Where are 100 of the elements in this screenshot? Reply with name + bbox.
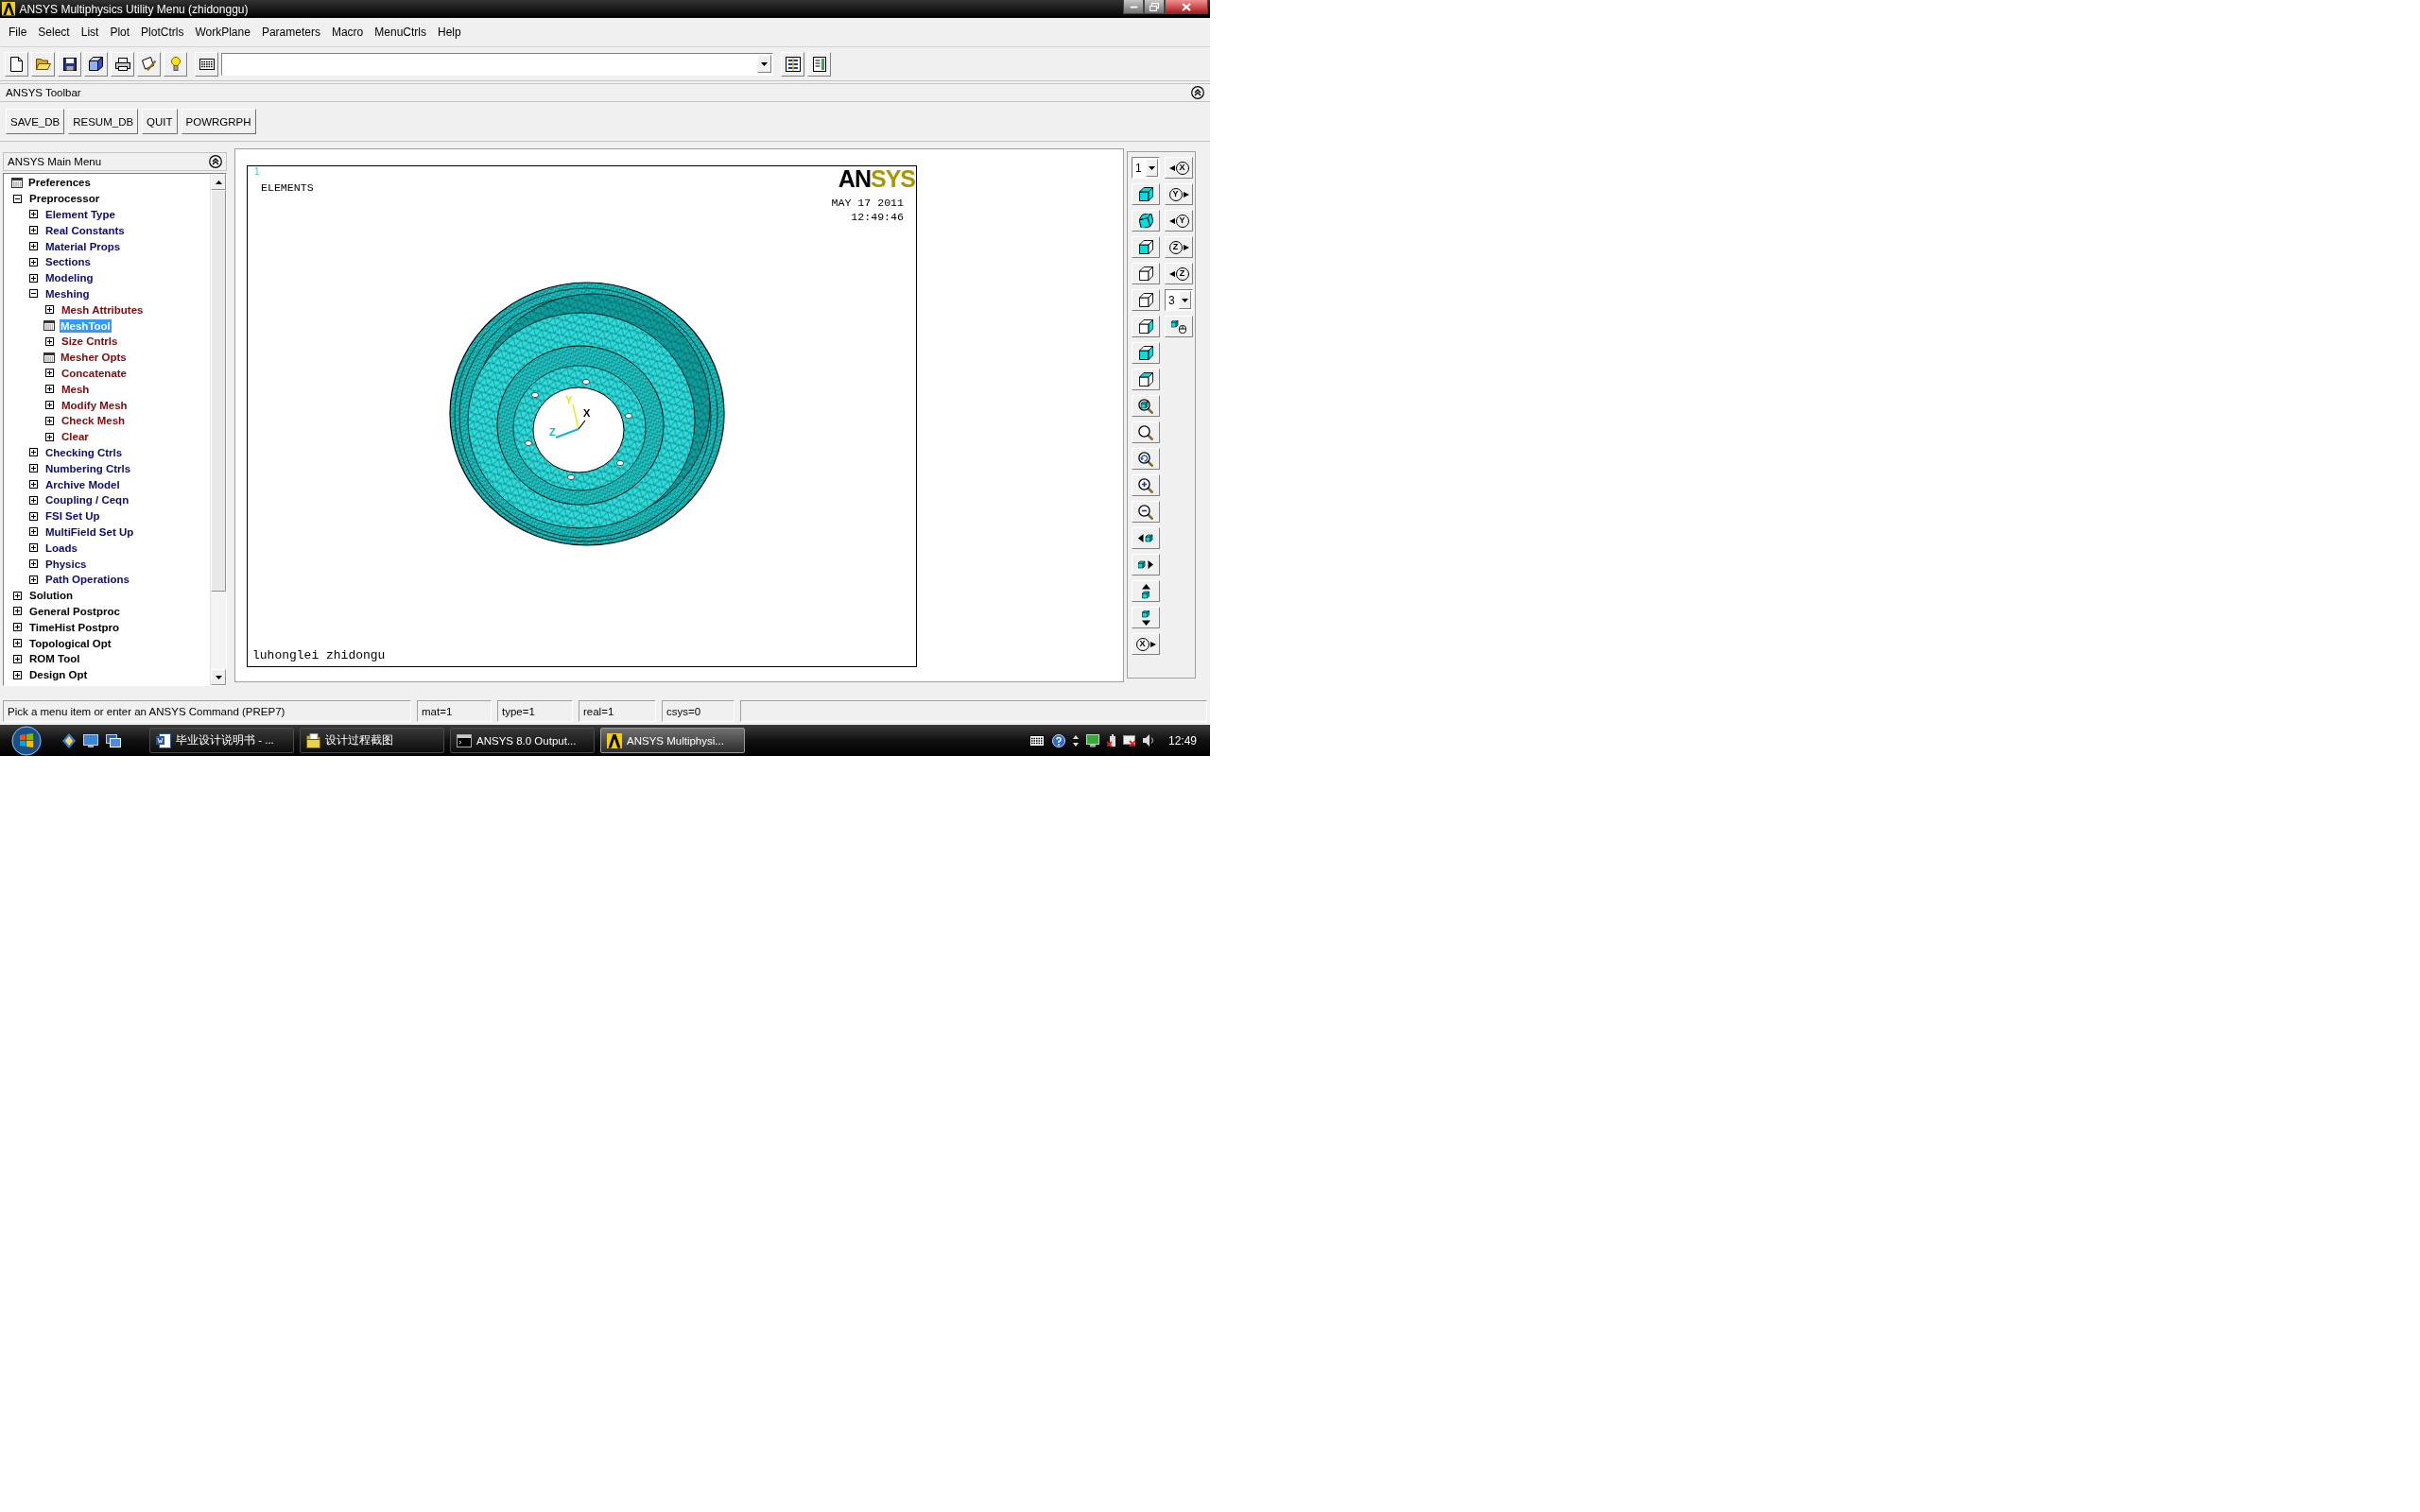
plus-box-icon[interactable] (29, 273, 38, 283)
view-button[interactable] (1132, 448, 1160, 470)
plus-box-icon[interactable] (29, 242, 38, 251)
view-button[interactable] (1132, 289, 1160, 311)
view-button[interactable] (1132, 527, 1160, 549)
toolbar-button[interactable] (5, 51, 28, 77)
plus-box-icon[interactable] (29, 226, 38, 235)
taskbar-button[interactable]: ANSYS 8.0 Output... (450, 728, 595, 753)
taskbar-button[interactable]: 设计过程截图 (300, 728, 444, 753)
view-button[interactable] (1132, 263, 1160, 284)
tree-item[interactable]: Concatenate (60, 366, 129, 380)
up-arrow-icon[interactable] (215, 180, 222, 184)
toolbar-button[interactable] (111, 51, 134, 77)
monitor-icon[interactable] (83, 733, 98, 747)
tree-item[interactable]: Physics (44, 557, 88, 571)
tree-item[interactable]: Size Cntrls (60, 335, 119, 349)
minus-box-icon[interactable] (29, 289, 38, 299)
tree-item[interactable]: Preprocessor (28, 192, 101, 206)
tree-item[interactable]: Real Constants (44, 223, 126, 237)
plus-box-icon[interactable] (13, 654, 22, 663)
speaker-icon[interactable] (1142, 734, 1155, 747)
tree-item[interactable]: Meshing (44, 286, 91, 301)
tree-item[interactable]: Mesh (60, 382, 91, 396)
toolbar-button[interactable] (137, 51, 161, 77)
down-arrow-icon[interactable] (215, 675, 222, 679)
help-icon[interactable] (1051, 733, 1065, 747)
plus-box-icon[interactable] (29, 543, 38, 553)
scrollbar-thumb[interactable] (211, 190, 226, 592)
menu-item[interactable]: MenuCtrls (370, 25, 431, 40)
diamond-icon[interactable] (62, 732, 76, 748)
tree-item[interactable]: Loads (44, 541, 78, 555)
menu-item[interactable]: Help (432, 25, 466, 40)
plus-box-icon[interactable] (45, 305, 54, 315)
view-button[interactable] (1132, 501, 1160, 523)
tree-item[interactable]: ROM Tool (28, 652, 81, 666)
tree-item[interactable]: FSI Set Up (44, 509, 101, 524)
rotate-button[interactable]: Z (1165, 236, 1193, 258)
toolbar-button[interactable]: QUIT (142, 109, 178, 134)
tree-item[interactable]: Clear (60, 430, 90, 444)
menu-item[interactable]: Plot (105, 25, 135, 40)
tree-item[interactable]: Element Type (44, 208, 116, 221)
tree-item[interactable]: Checking Ctrls (44, 445, 124, 459)
toolbar-button[interactable]: SAVE_DB (6, 109, 65, 134)
plus-box-icon[interactable] (29, 448, 38, 457)
tree-item[interactable]: Material Props (44, 239, 122, 253)
view-button[interactable] (1132, 580, 1160, 602)
view-button[interactable] (1132, 236, 1160, 258)
arrows-icon[interactable] (1072, 734, 1079, 747)
command-field[interactable] (221, 52, 773, 76)
menu-item[interactable]: File (4, 25, 32, 40)
rotate-button[interactable]: X (1165, 157, 1193, 179)
view-button[interactable] (1132, 369, 1160, 390)
collapse-icon[interactable] (1191, 86, 1204, 99)
tree-item[interactable]: Modify Mesh (60, 398, 129, 412)
plus-box-icon[interactable] (45, 385, 54, 394)
plus-box-icon[interactable] (29, 210, 38, 219)
tree-item[interactable]: MultiField Set Up (44, 524, 135, 539)
plus-box-icon[interactable] (13, 623, 22, 632)
plus-box-icon[interactable] (29, 511, 38, 521)
toolbar-button[interactable]: RESUM_DB (68, 109, 139, 134)
view-button[interactable] (1165, 316, 1193, 337)
plus-box-icon[interactable] (29, 464, 38, 473)
tree-item[interactable]: Mesher Opts (60, 351, 128, 365)
tree-item[interactable]: General Postproc (28, 604, 121, 618)
menu-item[interactable]: Macro (326, 25, 369, 40)
taskbar-button[interactable]: ANSYS Multiphysi... (600, 728, 745, 753)
tree-item[interactable]: Path Operations (44, 573, 130, 587)
menu-item[interactable]: Parameters (256, 25, 325, 40)
close-button[interactable] (1165, 0, 1208, 14)
plus-box-icon[interactable] (45, 416, 54, 425)
view-button[interactable] (1132, 474, 1160, 496)
view-button[interactable] (1132, 342, 1160, 364)
toolbar-button[interactable] (58, 51, 81, 77)
plus-box-icon[interactable] (13, 591, 22, 600)
plus-box-icon[interactable] (13, 670, 22, 679)
tree-item[interactable]: Modeling (44, 271, 95, 285)
plus-box-icon[interactable] (29, 527, 38, 537)
tree-item[interactable]: Preferences (27, 176, 92, 190)
view-button[interactable] (1132, 421, 1160, 443)
plus-box-icon[interactable] (45, 369, 54, 378)
tree-item[interactable]: Sections (44, 255, 92, 269)
view-button[interactable] (1132, 183, 1160, 205)
plus-box-icon[interactable] (29, 257, 38, 266)
toolbar-button[interactable] (31, 51, 55, 77)
monitor-icon[interactable] (1085, 733, 1099, 747)
plus-box-icon[interactable] (29, 480, 38, 490)
tree-item[interactable]: Archive Model (44, 477, 121, 491)
plus-box-icon[interactable] (29, 559, 38, 568)
rotate-button[interactable]: Z (1165, 263, 1193, 284)
plus-box-icon[interactable] (29, 495, 38, 505)
tree-item[interactable]: Topological Opt (28, 636, 112, 650)
plus-box-icon[interactable] (45, 432, 54, 441)
dialog-icon[interactable] (43, 320, 55, 332)
view-button[interactable] (1132, 395, 1160, 417)
view-button[interactable] (1132, 607, 1160, 628)
keyboard-icon[interactable] (1028, 734, 1045, 747)
plus-box-icon[interactable] (13, 607, 22, 616)
rotate-button[interactable]: Y (1165, 183, 1193, 205)
plus-box-icon[interactable] (13, 639, 22, 647)
maximize-button[interactable] (1144, 0, 1165, 14)
